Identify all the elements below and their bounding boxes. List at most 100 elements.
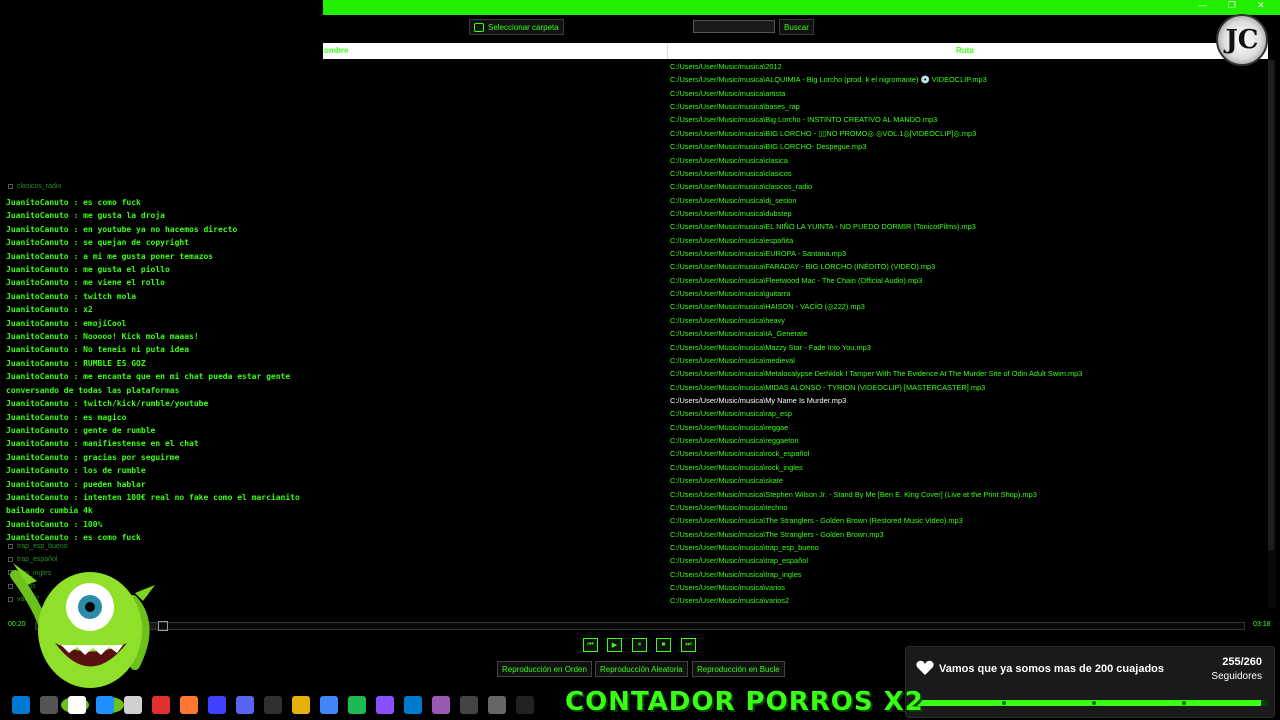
table-row[interactable]: C:/Users/User/Music/musica\ALQUIMIA - Bi… [670,73,1260,86]
notepad-icon[interactable] [152,696,170,714]
obs-icon[interactable] [292,696,310,714]
next-icon: ⏭ [685,641,692,648]
visual-studio-icon[interactable] [460,696,478,714]
terminal-icon[interactable] [488,696,506,714]
table-row[interactable]: C:/Users/User/Music/musica\Stephen Wilso… [670,488,1260,501]
column-path-header[interactable]: Ruta [956,46,974,55]
spotify-icon[interactable] [376,696,394,714]
table-row[interactable]: C:/Users/User/Music/musica\BIG LORCHO - … [670,127,1260,140]
table-row[interactable]: C:/Users/User/Music/musica\The Strangler… [670,514,1260,527]
scroll-thumb[interactable] [1268,60,1274,550]
table-row[interactable]: C:/Users/User/Music/musica\My Name Is Mu… [670,394,1260,407]
unity-icon[interactable] [516,696,534,714]
table-row[interactable]: C:/Users/User/Music/musica\Mazzy Star - … [670,341,1260,354]
table-row[interactable]: C:/Users/User/Music/musica\IA_Generate [670,327,1260,340]
chat-separator: : [68,466,84,476]
table-row[interactable]: C:/Users/User/Music/musica\españita [670,234,1260,247]
table-row[interactable]: C:/Users/User/Music/musica\The Strangler… [670,528,1260,541]
window-title-bar [323,0,1280,15]
search-input[interactable] [693,20,775,33]
vscode-icon[interactable] [432,696,450,714]
chat-separator: : [68,519,84,529]
goal-marker [1002,701,1006,705]
table-row[interactable]: C:/Users/User/Music/musica\heavy [670,314,1260,327]
table-row[interactable]: C:/Users/User/Music/musica\varios [670,581,1260,594]
table-row[interactable]: C:/Users/User/Music/musica\artista [670,87,1260,100]
expand-icon[interactable] [8,183,13,189]
discord-icon[interactable] [264,696,282,714]
table-row[interactable]: C:/Users/User/Music/musica\dubstep [670,207,1260,220]
stop-button[interactable]: ⏹ [656,638,671,652]
vs-icon[interactable] [404,696,422,714]
table-row[interactable]: C:/Users/User/Music/musica\EL NIÑO LA YU… [670,220,1260,233]
loop-mode-button[interactable]: Reproducción en Bucle [692,661,785,677]
taskbar [0,690,560,720]
chat-separator: : [68,492,84,502]
table-row[interactable]: C:/Users/User/Music/musica\clasicos_radi… [670,180,1260,193]
next-button[interactable]: ⏭ [681,638,696,652]
close-button[interactable]: ✕ [1257,1,1265,11]
select-folder-button[interactable]: Seleccionar carpeta [469,19,564,35]
table-row[interactable]: C:/Users/User/Music/musica\clasica [670,154,1260,167]
column-name-header[interactable]: ombre [324,46,348,55]
table-row[interactable]: C:/Users/User/Music/musica\2012 [670,60,1260,73]
v-icon[interactable] [236,696,254,714]
chat-separator: : [68,479,84,489]
order-mode-button[interactable]: Reproducción en Orden [497,661,592,677]
chat-message: JuanitoCanuto : es como fuck [6,196,326,209]
table-row[interactable]: C:/Users/User/Music/musica\varios2 [670,594,1260,607]
minimize-button[interactable]: — [1198,1,1207,11]
chat-username: JuanitoCanuto [6,224,69,234]
table-row[interactable]: C:/Users/User/Music/musica\rock_español [670,447,1260,460]
files-icon[interactable] [320,696,338,714]
table-row[interactable]: C:/Users/User/Music/musica\skate [670,474,1260,487]
tree-item[interactable]: clasicos_radio [8,180,308,193]
chat-username: JuanitoCanuto [6,211,69,221]
table-row[interactable]: C:/Users/User/Music/musica\FARADAY - BIG… [670,260,1260,273]
table-row[interactable]: C:/Users/User/Music/musica\medieval [670,354,1260,367]
table-row[interactable]: C:/Users/User/Music/musica\BIG LORCHO- D… [670,140,1260,153]
table-row[interactable]: C:/Users/User/Music/musica\trap_ingles [670,568,1260,581]
pause-button[interactable]: ⏸ [632,638,647,652]
table-row[interactable]: C:/Users/User/Music/musica\EUROPA - Sant… [670,247,1260,260]
previous-button[interactable]: ⏮ [583,638,598,652]
search-button[interactable]: Buscar [779,19,814,35]
git-icon[interactable] [208,696,226,714]
random-mode-button[interactable]: Reproducción Aleatoria [595,661,688,677]
table-row[interactable]: C:/Users/User/Music/musica\HAISON - VACÍ… [670,300,1260,313]
table-row[interactable]: C:/Users/User/Music/musica\bases_rap [670,100,1260,113]
column-divider[interactable] [667,43,668,59]
chat-username: JuanitoCanuto [6,358,69,368]
table-row[interactable]: C:/Users/User/Music/musica\Metalocalypse… [670,367,1260,380]
chrome-icon[interactable] [348,696,366,714]
table-row[interactable]: C:/Users/User/Music/musica\Big Lorcho - … [670,113,1260,126]
table-row[interactable]: C:/Users/User/Music/musica\techno [670,501,1260,514]
chat-message: JuanitoCanuto : es como fuck [6,531,326,544]
table-row[interactable]: C:/Users/User/Music/musica\MIDAS ALONSO … [670,381,1260,394]
table-row[interactable]: C:/Users/User/Music/musica\reggae [670,421,1260,434]
search-icon[interactable] [40,696,58,714]
table-row[interactable]: C:/Users/User/Music/musica\trap_español [670,554,1260,567]
table-row[interactable]: C:/Users/User/Music/musica\guitarra [670,287,1260,300]
table-row[interactable]: C:/Users/User/Music/musica\clasicos [670,167,1260,180]
cursor-icon[interactable] [68,696,86,714]
play-button[interactable]: ▶ [607,638,622,652]
chat-text: es como fuck [83,533,141,543]
chat-message: JuanitoCanuto : a mi me gusta poner tema… [6,250,326,263]
chat-separator: : [68,452,84,462]
maximize-button[interactable]: ❐ [1228,1,1236,11]
windows-icon[interactable] [12,696,30,714]
chat-text: es como fuck [83,198,141,207]
jetbrains-icon[interactable] [180,696,198,714]
progress-bar[interactable] [35,621,1245,631]
table-row[interactable]: C:/Users/User/Music/musica\Fleetwood Mac… [670,274,1260,287]
table-row[interactable]: C:/Users/User/Music/musica\reggaeton [670,434,1260,447]
table-row[interactable]: C:/Users/User/Music/musica\dj_sesion [670,194,1260,207]
vertical-scrollbar[interactable] [1268,60,1276,608]
table-row[interactable]: C:/Users/User/Music/musica\rap_esp [670,407,1260,420]
table-row[interactable]: C:/Users/User/Music/musica\trap_esp_buen… [670,541,1260,554]
edge-icon[interactable] [124,696,142,714]
folder-icon[interactable] [96,696,114,714]
table-row[interactable]: C:/Users/User/Music/musica\rock_ingles [670,461,1260,474]
chat-username: JuanitoCanuto [6,479,69,489]
